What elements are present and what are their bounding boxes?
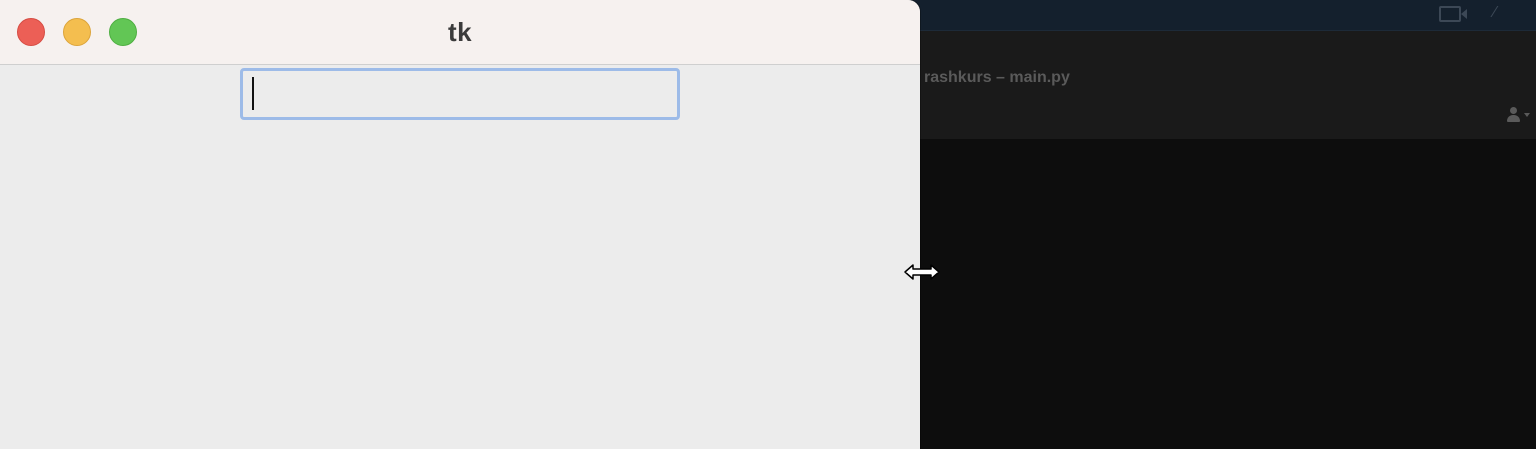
tk-titlebar[interactable]: tk [0, 0, 920, 65]
window-title: tk [447, 17, 473, 47]
text-caret [252, 77, 254, 110]
mute-icon[interactable]: ⁄ [1486, 4, 1504, 22]
desktop: ⁄ rashkurs – main.py tk [0, 0, 1536, 449]
tk-window: tk [0, 0, 920, 449]
horizontal-resize-cursor-icon [904, 264, 940, 280]
background-window-title: rashkurs – main.py [924, 69, 1070, 86]
text-entry[interactable] [240, 68, 680, 120]
user-icon[interactable] [1506, 107, 1530, 123]
video-camera-icon[interactable] [1439, 6, 1461, 22]
